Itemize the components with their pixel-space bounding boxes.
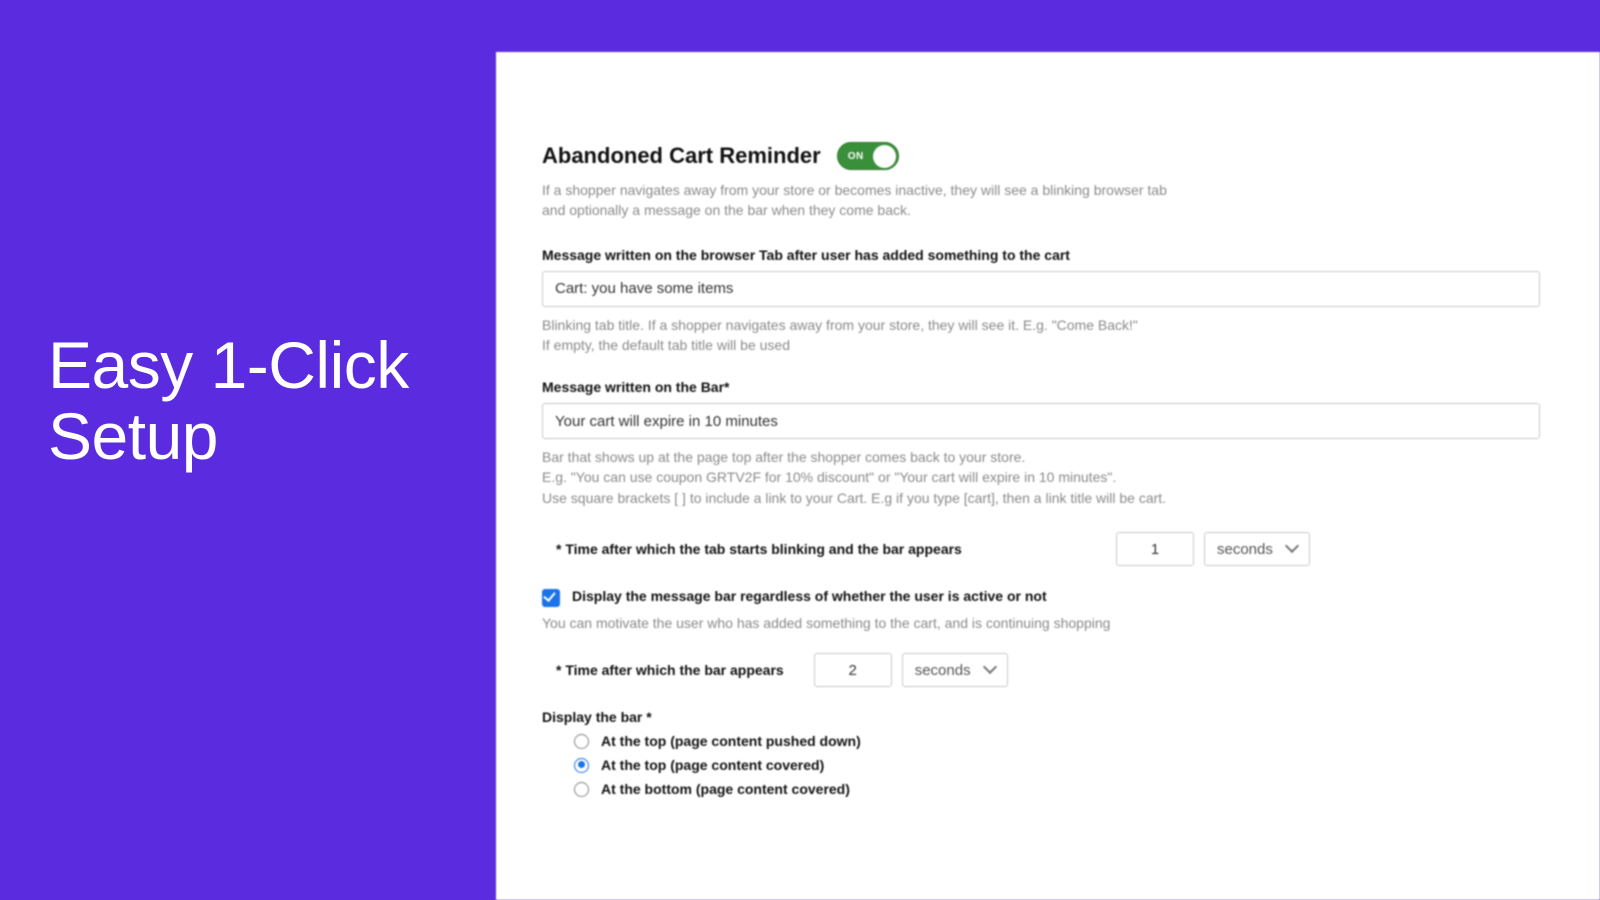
- section-intro: If a shopper navigates away from your st…: [542, 180, 1382, 221]
- bar-message-label: Message written on the Bar*: [542, 379, 1540, 395]
- time-bar-row: * Time after which the bar appears secon…: [542, 653, 1540, 687]
- time-blink-label: * Time after which the tab starts blinki…: [556, 541, 962, 557]
- time-bar-value-input[interactable]: [814, 653, 892, 687]
- time-bar-unit-value: seconds: [915, 662, 971, 679]
- always-display-checkbox[interactable]: [542, 589, 560, 607]
- hero-line-2: Setup: [48, 401, 409, 472]
- chevron-down-icon: [1287, 543, 1299, 555]
- bar-position-radio-top-push[interactable]: [574, 734, 589, 749]
- bar-position-radio-top-cover[interactable]: [574, 758, 589, 773]
- time-blink-unit-value: seconds: [1217, 541, 1273, 558]
- toggle-knob-icon: [873, 145, 896, 168]
- bar-position-radio-bottom-cover[interactable]: [574, 782, 589, 797]
- settings-panel: Abandoned Cart Reminder ON If a shopper …: [496, 52, 1600, 900]
- section-title: Abandoned Cart Reminder: [542, 143, 821, 169]
- tab-message-label: Message written on the browser Tab after…: [542, 247, 1540, 263]
- tab-message-input[interactable]: [542, 271, 1540, 307]
- time-blink-value-input[interactable]: [1116, 532, 1194, 566]
- bar-position-group: At the top (page content pushed down) At…: [542, 733, 1540, 797]
- chevron-down-icon: [985, 664, 997, 676]
- toggle-on-label: ON: [848, 151, 864, 162]
- time-bar-label: * Time after which the bar appears: [556, 662, 784, 678]
- always-display-help: You can motivate the user who has added …: [542, 613, 1540, 633]
- bar-position-option-bottom-cover: At the bottom (page content covered): [601, 781, 850, 797]
- always-display-row: Display the message bar regardless of wh…: [542, 588, 1540, 607]
- always-display-label: Display the message bar regardless of wh…: [572, 588, 1047, 604]
- bar-message-help: Bar that shows up at the page top after …: [542, 447, 1540, 508]
- hero-headline: Easy 1-Click Setup: [48, 330, 409, 473]
- time-blink-unit-select[interactable]: seconds: [1204, 532, 1310, 566]
- bar-position-option-top-cover: At the top (page content covered): [601, 757, 824, 773]
- time-bar-unit-select[interactable]: seconds: [902, 653, 1008, 687]
- bar-position-label: Display the bar *: [542, 709, 1540, 725]
- hero-line-1: Easy 1-Click: [48, 330, 409, 401]
- bar-position-option-top-push: At the top (page content pushed down): [601, 733, 861, 749]
- time-blink-row: * Time after which the tab starts blinki…: [542, 532, 1540, 566]
- tab-message-help: Blinking tab title. If a shopper navigat…: [542, 315, 1540, 356]
- feature-toggle[interactable]: ON: [837, 142, 899, 170]
- bar-message-input[interactable]: [542, 403, 1540, 439]
